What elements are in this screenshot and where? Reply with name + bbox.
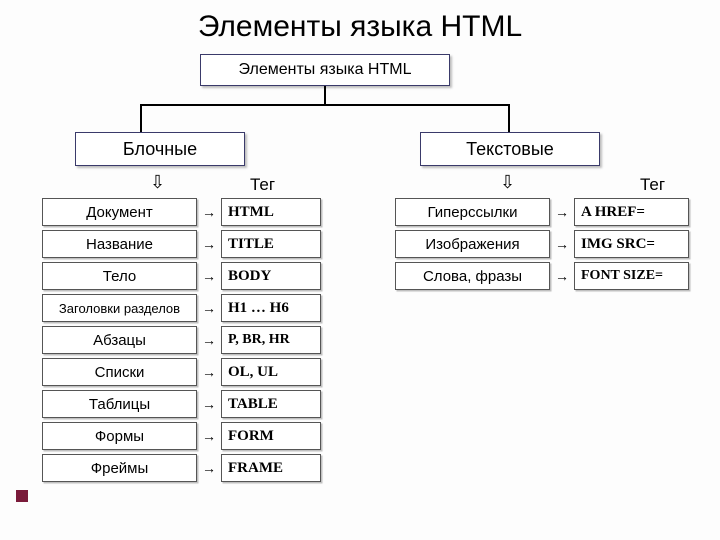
down-arrow-icon: ⇩ [500,172,515,193]
arrow-right-icon: → [197,230,221,258]
element-name: Списки [42,358,197,386]
table-row: Слова, фразы → FONT SIZE= [395,262,689,290]
element-name: Абзацы [42,326,197,354]
table-row: Изображения → IMG SRC= [395,230,689,258]
table-row: Заголовки разделов → H1 … H6 [42,294,321,322]
element-name: Фреймы [42,454,197,482]
element-tag: HTML [221,198,321,226]
accent-square [16,490,28,502]
arrow-right-icon: → [197,326,221,354]
element-tag: H1 … H6 [221,294,321,322]
element-tag: BODY [221,262,321,290]
arrow-right-icon: → [197,422,221,450]
arrow-right-icon: → [550,262,574,290]
element-name: Слова, фразы [395,262,550,290]
table-row: Таблицы → TABLE [42,390,321,418]
element-tag: TABLE [221,390,321,418]
tag-header-left: Тег [250,175,275,195]
arrow-right-icon: → [197,358,221,386]
arrow-right-icon: → [197,454,221,482]
table-row: Тело → BODY [42,262,321,290]
table-row: Формы → FORM [42,422,321,450]
table-row: Списки → OL, UL [42,358,321,386]
element-tag: FORM [221,422,321,450]
table-row: Фреймы → FRAME [42,454,321,482]
arrow-right-icon: → [197,198,221,226]
element-name: Гиперссылки [395,198,550,226]
element-tag: OL, UL [221,358,321,386]
element-name: Заголовки разделов [42,294,197,322]
page-title: Элементы языка HTML [0,0,720,44]
arrow-right-icon: → [197,294,221,322]
connector [508,104,510,132]
element-tag: P, BR, HR [221,326,321,354]
arrow-right-icon: → [197,390,221,418]
connector [140,104,510,106]
element-name: Таблицы [42,390,197,418]
table-row: Документ → HTML [42,198,321,226]
element-tag: IMG SRC= [574,230,689,258]
table-row: Абзацы → P, BR, HR [42,326,321,354]
category-block: Блочные [75,132,245,166]
arrow-right-icon: → [550,198,574,226]
arrow-right-icon: → [550,230,574,258]
subtitle-box: Элементы языка HTML [200,54,450,86]
element-name: Документ [42,198,197,226]
tag-header-right: Тег [640,175,665,195]
connector [140,104,142,132]
element-tag: FONT SIZE= [574,262,689,290]
element-tag: FRAME [221,454,321,482]
element-name: Изображения [395,230,550,258]
arrow-right-icon: → [197,262,221,290]
element-name: Тело [42,262,197,290]
table-row: Гиперссылки → A HREF= [395,198,689,226]
element-tag: TITLE [221,230,321,258]
element-tag: A HREF= [574,198,689,226]
element-name: Название [42,230,197,258]
table-row: Название → TITLE [42,230,321,258]
down-arrow-icon: ⇩ [150,172,165,193]
connector [324,86,326,104]
category-text: Текстовые [420,132,600,166]
element-name: Формы [42,422,197,450]
